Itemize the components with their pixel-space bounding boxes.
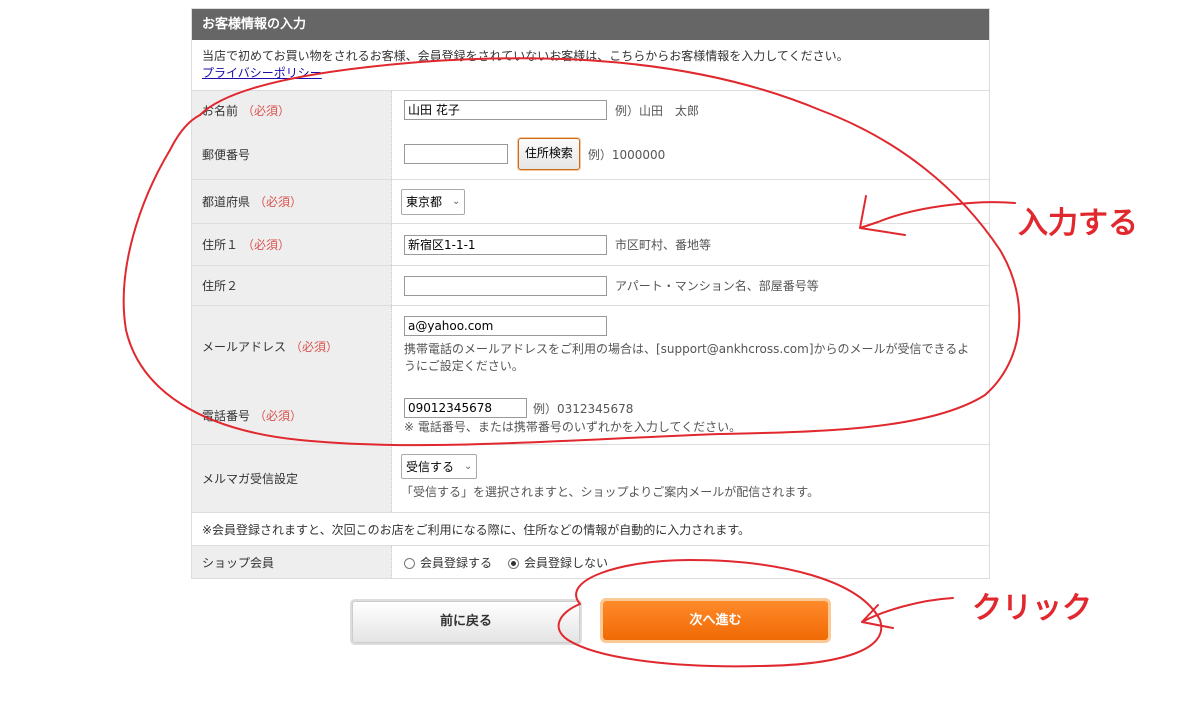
member-register-option[interactable]: 会員登録する: [404, 554, 492, 571]
mailmag-note: 「受信する」を選択されますと、ショップよりご案内メールが配信されます。: [401, 485, 820, 499]
addr2-row: 住所２ アパート・マンション名、部屋番号等: [192, 266, 989, 306]
zip-input[interactable]: [404, 144, 508, 164]
back-button[interactable]: 前に戻る: [352, 601, 580, 643]
tel-note: ※ 電話番号、または携帯番号のいずれかを入力してください。: [404, 420, 742, 434]
required-mark: （必須）: [254, 195, 303, 209]
zip-example: 例）1000000: [587, 147, 666, 162]
name-zip-block: お名前 （必須） 郵便番号 山田 花子 例）山田 太郎 住所検索 例）1000000: [192, 91, 989, 180]
email-tel-block: メールアドレス （必須） 電話番号 （必須） a@yahoo.com 携帯電話のメー…: [192, 306, 989, 445]
chevron-down-icon: ⌄: [464, 461, 473, 472]
name-example: 例）山田 太郎: [615, 103, 700, 118]
tel-label: 電話番号: [202, 409, 251, 423]
addr1-example: 市区町村、番地等: [615, 238, 712, 252]
shop-member-label: ショップ会員: [202, 555, 275, 570]
intro-section: 当店で初めてお買い物をされるお客様、会員登録をされていないお客様は、こちらからお…: [192, 40, 989, 91]
zip-label: 郵便番号: [202, 148, 251, 162]
name-input[interactable]: 山田 花子: [404, 100, 607, 120]
panel-title: お客様情報の入力: [192, 9, 989, 40]
required-mark: （必須）: [242, 238, 291, 252]
addr1-input[interactable]: 新宿区1-1-1: [404, 234, 607, 255]
pref-select[interactable]: 東京都 ⌄: [401, 188, 466, 215]
tel-input[interactable]: 09012345678: [404, 398, 527, 418]
addr1-row: 住所１ （必須） 新宿区1-1-1 市区町村、番地等: [192, 224, 989, 266]
addr2-example: アパート・マンション名、部屋番号等: [615, 279, 819, 293]
required-mark: （必須）: [242, 104, 291, 118]
tel-example: 例）0312345678: [533, 401, 634, 416]
email-label: メールアドレス: [202, 340, 287, 354]
addr1-label: 住所１: [202, 238, 239, 252]
intro-text: 当店で初めてお買い物をされるお客様、会員登録をされていないお客様は、こちらからお…: [202, 49, 849, 63]
customer-info-panel: お客様情報の入力 当店で初めてお買い物をされるお客様、会員登録をされていないお客…: [191, 8, 990, 579]
pref-label: 都道府県: [202, 195, 251, 209]
mailmag-select[interactable]: 受信する ⌄: [401, 454, 478, 479]
radio-icon: [404, 557, 415, 569]
required-mark: （必須）: [290, 340, 339, 354]
email-input[interactable]: a@yahoo.com: [404, 316, 607, 336]
privacy-policy-link[interactable]: プライバシーポリシー: [202, 66, 322, 80]
annotation-input-label: 入力する: [1018, 206, 1138, 241]
member-note: ※会員登録されますと、次回このお店をご利用になる際に、住所などの情報が自動的に入…: [202, 522, 751, 537]
addr2-input[interactable]: [404, 275, 607, 296]
chevron-down-icon: ⌄: [452, 196, 461, 207]
mailmag-row: メルマガ受信設定 受信する ⌄ 「受信する」を選択されますと、ショップよりご案内メ…: [192, 445, 989, 513]
addr2-label: 住所２: [202, 279, 239, 293]
member-note-row: ※会員登録されますと、次回このお店をご利用になる際に、住所などの情報が自動的に入…: [192, 513, 989, 546]
arrow-click: [861, 597, 954, 629]
shop-member-row: ショップ会員 会員登録する 会員登録しない: [192, 546, 989, 578]
annotation-click-label: クリック: [972, 591, 1092, 626]
required-mark: （必須）: [254, 409, 303, 423]
mailmag-label: メルマガ受信設定: [202, 472, 299, 486]
next-button[interactable]: 次へ進む: [603, 601, 828, 640]
name-label: お名前: [202, 104, 239, 118]
email-note: 携帯電話のメールアドレスをご利用の場合は、[support@ankhcross.…: [404, 342, 970, 373]
pref-row: 都道府県 （必須） 東京都 ⌄: [192, 180, 989, 224]
radio-icon: [508, 557, 520, 569]
member-no-register-option[interactable]: 会員登録しない: [508, 554, 608, 571]
address-search-button[interactable]: 住所検索: [517, 138, 580, 170]
